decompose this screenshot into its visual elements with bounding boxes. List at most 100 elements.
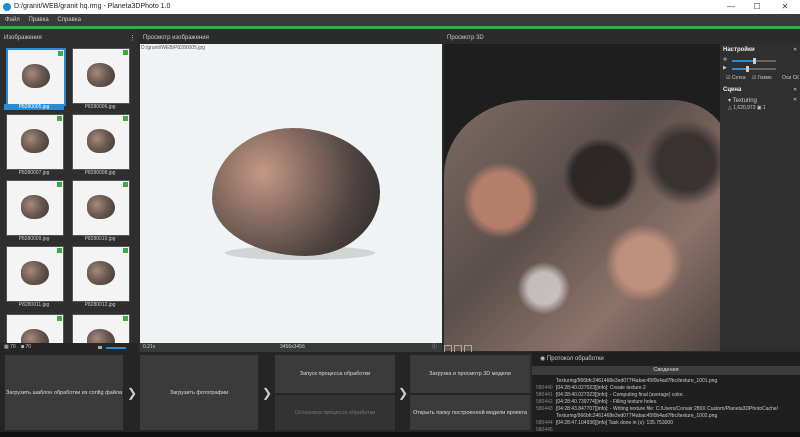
log-line: 580442 [04:28:40.739774][info]: - Filling… <box>536 399 798 405</box>
log-line-number: 580441 <box>536 392 553 398</box>
thumbnail-label: P8280007.jpg <box>18 170 50 176</box>
thumbnail-rock-image <box>87 195 115 219</box>
preview-size: 3456x3456 <box>280 344 305 350</box>
thumbnail-rock-image <box>87 261 115 285</box>
processed-flag-icon <box>123 50 128 55</box>
scene-item-remove-icon[interactable]: ✕ <box>793 97 797 103</box>
processed-flag-icon <box>123 116 128 121</box>
workflow-arrow-icon: ❯ <box>127 386 138 400</box>
thumbnail-label: P8280011.jpg <box>18 302 50 308</box>
load-view-3d-button[interactable]: Загрузка и просмотр 3D модели <box>410 355 530 393</box>
stop-processing-button[interactable]: Остановка процесса обработки <box>275 395 395 430</box>
processed-flag-icon <box>123 316 128 321</box>
scene-title: Сцена <box>723 87 742 93</box>
preview-panel-title: Просмотр изображения <box>143 35 209 41</box>
log-line: Texturing/966bfc2461468e3ed077f4abac45f0… <box>536 413 798 419</box>
log-line-text: Texturing/966bfc2461468e3ed077f4abac45f0… <box>556 378 718 384</box>
processed-flag-icon <box>123 248 128 253</box>
thumbnail[interactable] <box>72 246 130 302</box>
images-total-count: 70 <box>10 344 16 350</box>
polygon-count: 1,620,973 <box>733 105 756 111</box>
thumbnail-label: P8280010.jpg <box>84 236 116 242</box>
open-model-folder-button[interactable]: Открыть папку построенной модели проекта <box>410 395 530 430</box>
thumbnail-rock-image <box>22 64 50 88</box>
log-line-number: 580440 <box>536 385 553 391</box>
menu-bar: Файл Правка Справка <box>0 14 800 26</box>
app-logo-icon <box>3 3 11 11</box>
thumbnail-label: P8280005.jpg <box>4 104 64 110</box>
option-axes[interactable]: Оси СК <box>782 75 799 81</box>
log-line-text: Texturing/966bfc2461468e3ed077f4abac45f0… <box>556 413 718 419</box>
processed-flag-icon <box>123 182 128 187</box>
log-line: Texturing/966bfc2461468e3ed077f4abac45f0… <box>536 378 798 384</box>
thumbnail[interactable] <box>72 314 130 353</box>
thumbnail-rock-image <box>21 261 49 285</box>
window-title: D:/granit/WEB/granit hq.rmg - Planeta3DP… <box>14 3 171 10</box>
maximize-button[interactable]: ☐ <box>746 0 768 14</box>
option-gizmo[interactable]: ☑ Гизмо <box>752 75 772 81</box>
minimize-button[interactable]: — <box>720 0 742 14</box>
log-line: 580440 [04:28:40.027023][info]: Create te… <box>536 385 798 391</box>
load-template-button[interactable]: Загрузить шаблон обработки из config фай… <box>5 355 123 430</box>
thumbnail[interactable] <box>6 114 64 170</box>
thumbnail[interactable] <box>72 48 130 104</box>
thumbnail-label: P8280006.jpg <box>84 104 116 110</box>
thumbnail[interactable] <box>6 314 64 353</box>
light-icon: ✲ <box>723 57 728 63</box>
zoom-icon <box>98 346 102 349</box>
thumbnail-label: P8280009.jpg <box>18 236 50 242</box>
scene-close-icon[interactable]: ✕ <box>793 87 797 93</box>
log-line-text: [04:28:47.104936][info] Task done in (s)… <box>556 420 673 426</box>
thumbnail-size-slider[interactable] <box>106 347 126 349</box>
light-slider[interactable] <box>732 58 776 64</box>
info-icon[interactable]: ⓘ <box>432 343 437 352</box>
images-loaded-count: 70 <box>25 344 32 350</box>
scene-item-texturing[interactable]: ▾ Texturing <box>728 97 757 104</box>
texture-icon: ▣ <box>756 105 762 111</box>
processed-flag-icon <box>57 116 62 121</box>
menu-file[interactable]: Файл <box>5 17 20 23</box>
view3d-panel-title: Просмотр 3D <box>447 35 484 41</box>
close-window-button[interactable]: ✕ <box>774 0 796 14</box>
thumbnail[interactable] <box>6 180 64 236</box>
settings-close-icon[interactable]: ✕ <box>793 47 797 53</box>
thumbnail-label: P8280012.jpg <box>84 302 116 308</box>
texture-count: 1 <box>763 105 766 111</box>
menu-help[interactable]: Справка <box>57 17 81 23</box>
processed-flag-icon <box>57 316 62 321</box>
thumbnail[interactable] <box>6 48 66 106</box>
log-line-text: [04:28:40.027023][info]: - Computing fin… <box>556 392 684 398</box>
processed-flag-icon <box>58 51 63 56</box>
thumbnail[interactable] <box>72 180 130 236</box>
log-line: 580443 [04:28:43.847707][info]: - Writing… <box>536 406 798 412</box>
camera-speed-icon: ▶ <box>723 65 727 71</box>
start-processing-button[interactable]: Запуск процесса обработки <box>275 355 395 393</box>
textured-3d-model <box>444 100 729 351</box>
preview-zoom: 0.21x <box>143 344 156 350</box>
rock-photo <box>212 128 380 256</box>
workflow-arrow-icon: ❯ <box>398 386 409 400</box>
taskbar <box>0 432 800 437</box>
load-photos-button[interactable]: Загрузить фотографии <box>140 355 258 430</box>
camera-speed-slider[interactable] <box>732 66 776 72</box>
polygon-icon: △ <box>728 105 732 111</box>
thumbnail-label: P8280008.jpg <box>84 170 116 176</box>
processed-flag-icon <box>57 248 62 253</box>
log-line: 580444 [04:28:47.104936][info] Task done … <box>536 420 798 426</box>
thumbnail[interactable] <box>72 114 130 170</box>
thumbnail-rock-image <box>87 129 115 153</box>
log-line-number: 580443 <box>536 406 553 412</box>
log-icon: ◉ <box>540 356 546 362</box>
thumbnail-rock-image <box>87 63 115 87</box>
option-grid[interactable]: ☑ Сетка <box>726 75 745 81</box>
workflow-arrow-icon: ❯ <box>262 386 273 400</box>
scene-stats: △ 1,620,973 ▣ 1 <box>728 105 766 111</box>
preview-footer: 0.21x 3456x3456 ⓘ <box>140 343 442 352</box>
images-panel-title: Изображения <box>4 35 42 41</box>
images-panel-menu-icon[interactable]: ⋮ <box>129 34 136 42</box>
log-line: 580441 [04:28:40.027023][info]: - Computi… <box>536 392 798 398</box>
log-line-number: 580442 <box>536 399 553 405</box>
thumbnail[interactable] <box>6 246 64 302</box>
menu-edit[interactable]: Правка <box>28 17 48 23</box>
log-line-number: 580444 <box>536 420 553 426</box>
